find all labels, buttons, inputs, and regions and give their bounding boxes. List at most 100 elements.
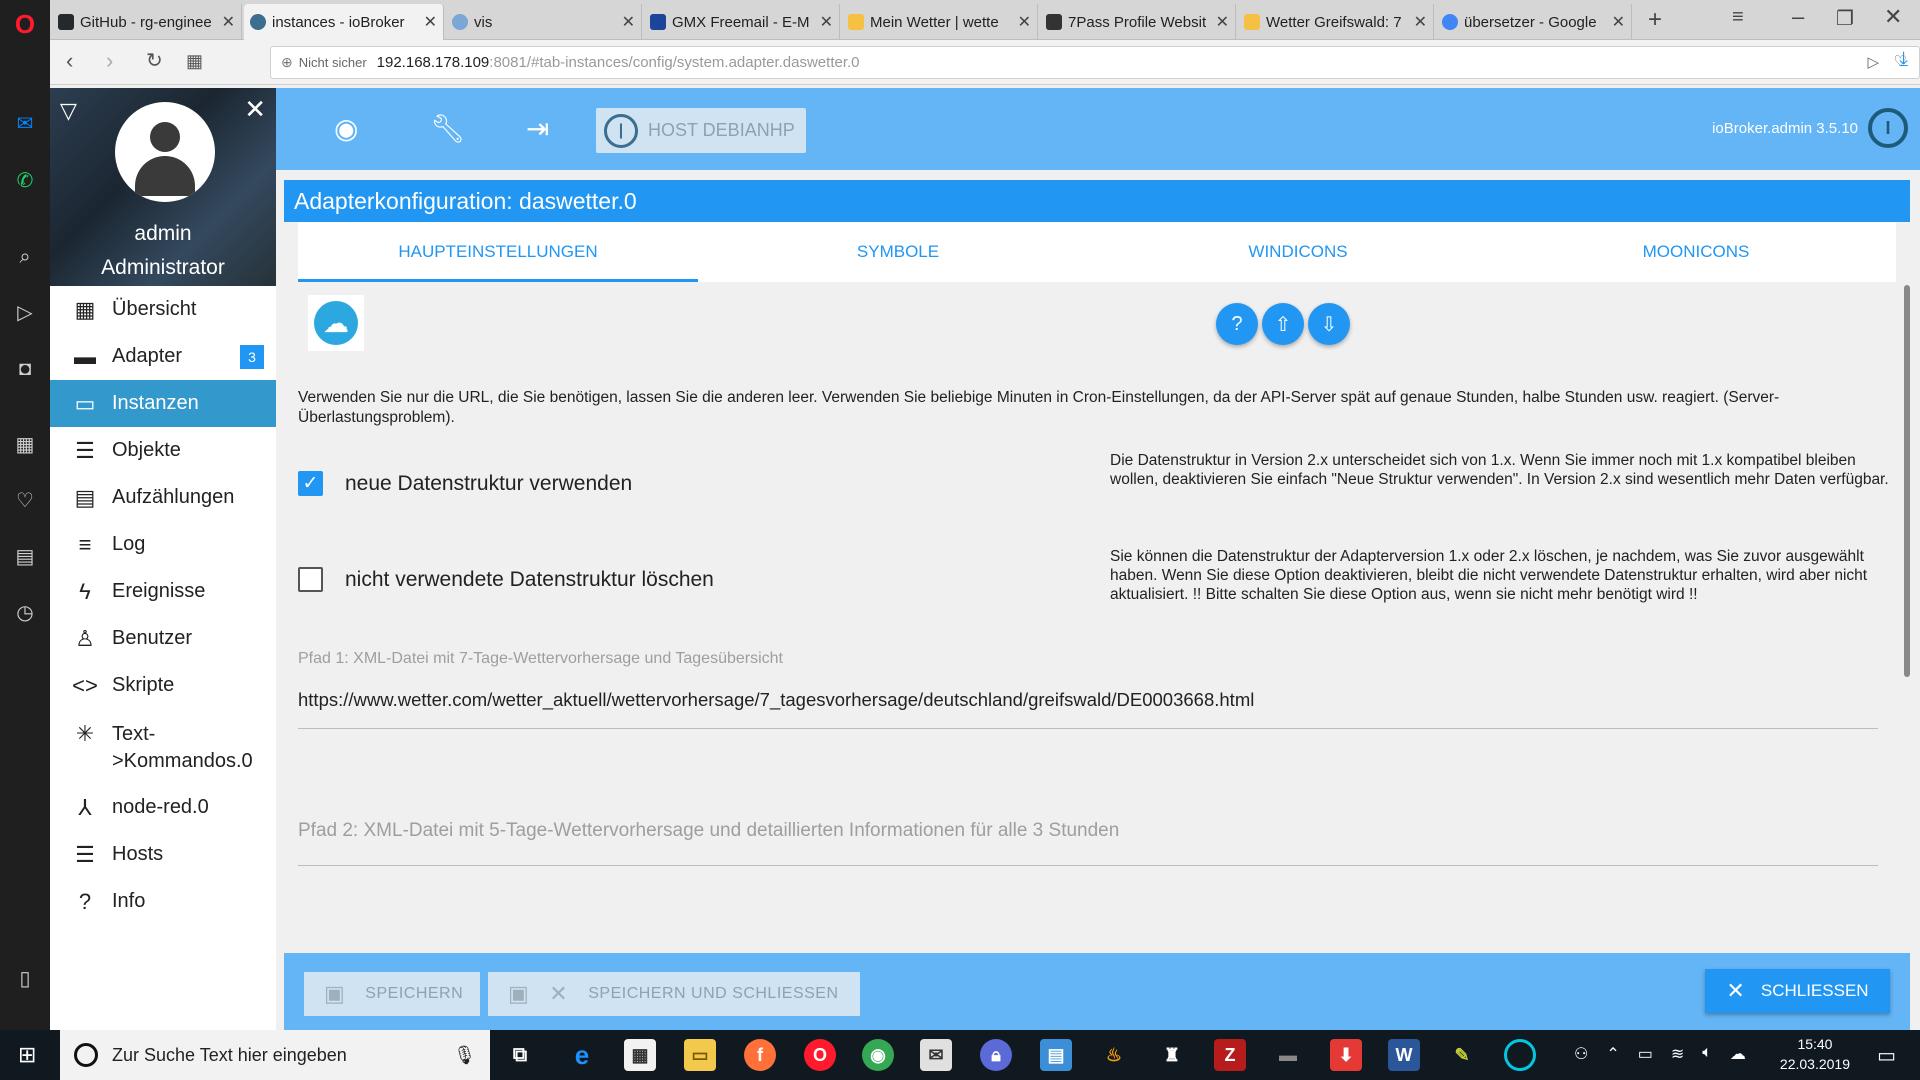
store-icon[interactable]: ▦ (624, 1039, 656, 1071)
tab-windicons[interactable]: WINDICONS (1098, 222, 1498, 282)
browser-tab-7pass[interactable]: 7Pass Profile Websit ✕ (1040, 4, 1236, 40)
sidebar-item-log[interactable]: ≡ Log (50, 521, 276, 568)
app-icon[interactable]: ▤ (1040, 1039, 1072, 1071)
search-icon[interactable]: ⌕ (9, 241, 41, 273)
speed-dial-icon[interactable]: ▦ (186, 51, 203, 72)
browser-tab-google[interactable]: übersetzer - Google ✕ (1436, 4, 1632, 40)
sidebar-item-ereignisse[interactable]: ϟ Ereignisse (50, 568, 276, 615)
alexa-icon[interactable] (1504, 1039, 1536, 1071)
browser-tab-wetter-greifswald[interactable]: Wetter Greifswald: 7 ✕ (1238, 4, 1434, 40)
download-manager-icon[interactable]: ⬇ (1330, 1039, 1362, 1071)
save-button[interactable]: ▣ SPEICHERN (304, 972, 480, 1016)
sidebar-item-aufzaehlungen[interactable]: ▤ Aufzählungen (50, 474, 276, 521)
opera-logo-icon[interactable]: O (9, 8, 41, 40)
file-explorer-icon[interactable]: ▭ (684, 1039, 716, 1071)
chevron-up-icon[interactable]: ⌃ (1606, 1044, 1619, 1064)
heart-icon[interactable]: ♡ (9, 485, 41, 517)
mail-icon[interactable]: ✉ (920, 1039, 952, 1071)
sidebar-item-adapter[interactable]: ▬ Adapter 3 (50, 333, 276, 380)
windows-start-icon[interactable]: ⊞ (18, 1042, 36, 1068)
download-button[interactable]: ⇩ (1308, 303, 1350, 345)
download-icon[interactable]: ⤓ (1899, 48, 1908, 71)
cloud-icon[interactable]: ☁ (1730, 1044, 1746, 1064)
url-field[interactable]: ⊕ Nicht sicher 192.168.178.109:8081/#tab… (270, 46, 1920, 79)
save-close-button[interactable]: ▣ ✕ SPEICHERN UND SCHLIESSEN (488, 972, 860, 1016)
tool-icon[interactable]: ✎ (1446, 1039, 1478, 1071)
close-tab-icon[interactable]: ✕ (424, 12, 437, 32)
minimize-icon[interactable]: – (1792, 4, 1804, 30)
browser-tab-mein-wetter[interactable]: Mein Wetter | wette ✕ (842, 4, 1038, 40)
firefox-icon[interactable]: f (744, 1039, 776, 1071)
flame-icon[interactable]: ♨ (1098, 1039, 1130, 1071)
close-menu-icon[interactable]: ✕ (244, 94, 266, 125)
tab-menu-icon[interactable]: ≡ (1732, 6, 1744, 29)
history-icon[interactable]: ◷ (9, 597, 41, 629)
camera-icon[interactable]: ◘ (9, 353, 41, 385)
new-tab-icon[interactable]: + (1648, 6, 1662, 34)
volume-icon[interactable]: 🔈︎ (1702, 1044, 1712, 1064)
taskbar-search[interactable]: Zur Suche Text hier eingeben 🎙︎ (60, 1030, 490, 1080)
chrome-icon[interactable]: ◉ (862, 1039, 894, 1071)
word-icon[interactable]: W (1388, 1039, 1420, 1071)
content-scrollbar[interactable] (1904, 285, 1910, 677)
notifications-icon[interactable]: ▭ (1877, 1043, 1896, 1068)
back-icon[interactable]: ‹ (66, 48, 73, 74)
sidebar-item-info[interactable]: ? Info (50, 878, 276, 925)
close-tab-icon[interactable]: ✕ (1414, 12, 1427, 32)
send-page-icon[interactable]: ▷ (1867, 53, 1879, 71)
sidebar-item-skripte[interactable]: <> Skripte (50, 662, 276, 709)
login-icon[interactable]: ⇥ (526, 112, 549, 145)
browser-tab-instances[interactable]: instances - ioBroker ✕ (244, 4, 444, 40)
robot-icon[interactable]: ♜ (1156, 1039, 1188, 1071)
whatsapp-icon[interactable]: ✆ (9, 165, 41, 197)
sidebar-item-objekte[interactable]: ☰ Objekte (50, 427, 276, 474)
edge-icon[interactable]: e (566, 1039, 598, 1071)
host-button[interactable]: | HOST DEBIANHP (596, 108, 806, 153)
wrench-icon[interactable]: 🔧︎ (430, 112, 466, 145)
close-tab-icon[interactable]: ✕ (1612, 12, 1625, 32)
sidebar-toggle-icon[interactable]: ▯ (9, 963, 41, 995)
opera-icon[interactable]: O (804, 1039, 836, 1071)
help-button[interactable]: ? (1216, 303, 1258, 345)
keepass-icon[interactable]: 🔒︎ (980, 1039, 1012, 1071)
send-icon[interactable]: ▷ (9, 297, 41, 329)
close-tab-icon[interactable]: ✕ (622, 12, 635, 32)
filezilla-icon[interactable]: Z (1214, 1039, 1246, 1071)
sidebar-item-uebersicht[interactable]: ▦ Übersicht (50, 286, 276, 333)
people-icon[interactable]: ⚇ (1574, 1044, 1588, 1064)
messenger-icon[interactable]: ✉ (9, 108, 41, 140)
window-icon[interactable]: ▬ (1272, 1039, 1304, 1071)
forward-icon[interactable]: › (106, 48, 113, 74)
restore-icon[interactable]: ❐ (1836, 6, 1854, 31)
wifi-icon[interactable]: ≋ (1671, 1044, 1684, 1064)
sidebar-item-hosts[interactable]: ☰ Hosts (50, 831, 276, 878)
close-tab-icon[interactable]: ✕ (1216, 12, 1229, 32)
battery-icon[interactable]: ▭ (1638, 1044, 1653, 1064)
microphone-icon[interactable]: 🎙︎ (453, 1045, 476, 1066)
reload-icon[interactable]: ↻ (146, 48, 163, 73)
close-window-icon[interactable]: ✕ (1884, 4, 1902, 30)
speed-dial-icon[interactable]: ▦ (9, 429, 41, 461)
browser-tab-gmx[interactable]: GMX Freemail - E-M ✕ (644, 4, 840, 40)
news-icon[interactable]: ▤ (9, 541, 41, 573)
close-tab-icon[interactable]: ✕ (820, 12, 833, 32)
browser-tab-vis[interactable]: vis ✕ (446, 4, 642, 40)
sidebar-item-instanzen[interactable]: ▭ Instanzen (50, 380, 276, 427)
tab-moonicons[interactable]: MOONICONS (1496, 222, 1896, 282)
new-structure-checkbox[interactable]: ✓ (298, 471, 323, 496)
sidebar-item-node-red[interactable]: ⅄ node-red.0 (50, 784, 276, 831)
tab-haupteinstellungen[interactable]: HAUPTEINSTELLUNGEN (298, 222, 698, 282)
task-view-icon[interactable]: ⧉ (504, 1039, 536, 1071)
close-button[interactable]: ✕ SCHLIESSEN (1705, 969, 1890, 1013)
close-tab-icon[interactable]: ✕ (1018, 12, 1031, 32)
tab-symbole[interactable]: SYMBOLE (698, 222, 1098, 282)
browser-tab-github[interactable]: GitHub - rg-enginee ✕ (52, 4, 242, 40)
delete-structure-checkbox[interactable] (298, 567, 323, 592)
eye-icon[interactable]: ◉ (334, 112, 358, 145)
taskbar-clock[interactable]: 15:40 22.03.2019 (1780, 1034, 1850, 1074)
path1-input[interactable]: https://www.wetter.com/wetter_aktuell/we… (298, 689, 1254, 711)
close-tab-icon[interactable]: ✕ (222, 12, 235, 32)
sidebar-item-benutzer[interactable]: ♙ Benutzer (50, 615, 276, 662)
upload-button[interactable]: ⇧ (1262, 303, 1304, 345)
sidebar-item-text-kommandos[interactable]: ✳ Text- >Kommandos.0 (50, 709, 276, 779)
